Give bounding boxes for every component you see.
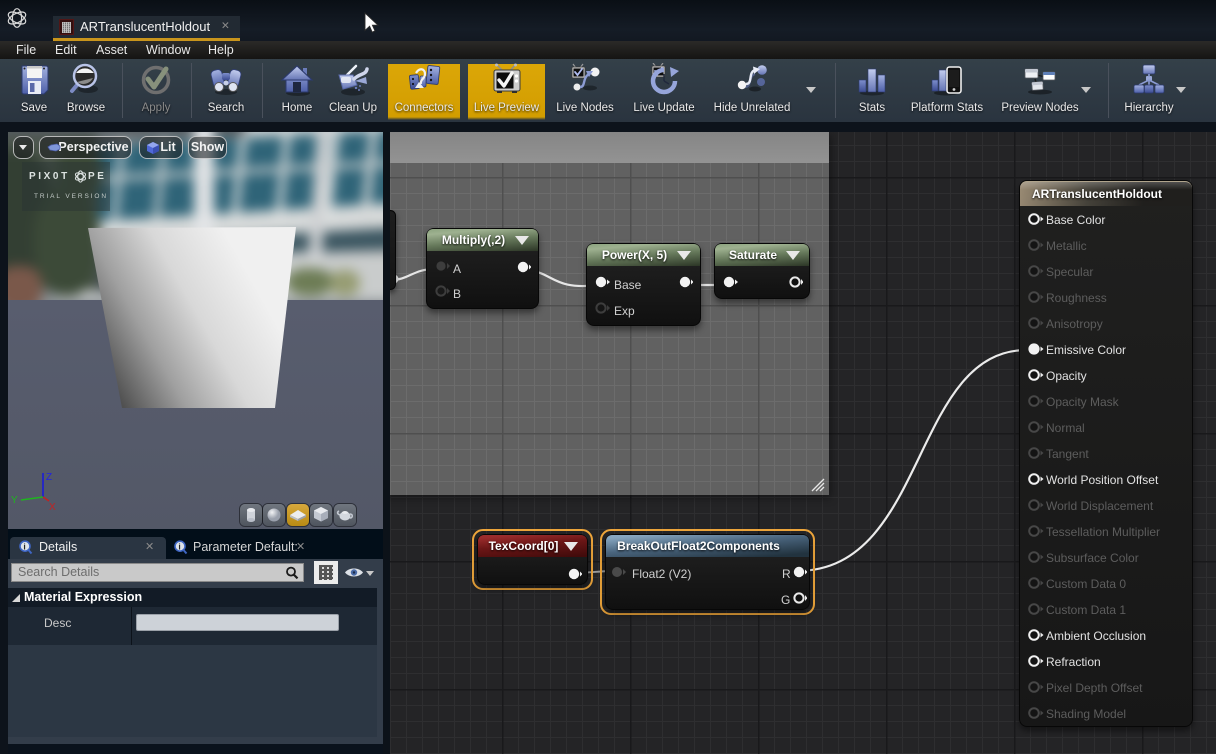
svg-text:i: i [23, 542, 25, 552]
svg-text:Z: Z [46, 472, 52, 483]
svg-text:i: i [178, 542, 180, 552]
svg-text:X: X [49, 502, 56, 512]
svg-text:Y: Y [11, 495, 18, 506]
